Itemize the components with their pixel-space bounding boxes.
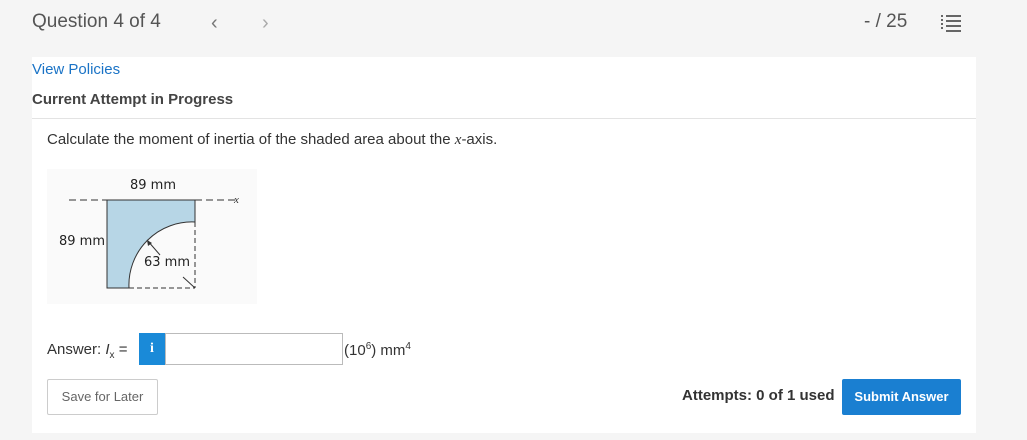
units-power: 4	[405, 341, 411, 352]
save-for-later-button[interactable]: Save for Later	[47, 379, 158, 415]
units-prefix: (10	[344, 342, 366, 359]
question-text-start: Calculate the moment of inertia of the s…	[47, 131, 455, 148]
radius-leader-line	[182, 276, 196, 289]
question-text-end: -axis.	[461, 131, 498, 148]
divider	[32, 118, 976, 119]
list-icon[interactable]	[941, 13, 963, 33]
top-bar: Question 4 of 4 ‹ › - / 25	[0, 0, 1027, 46]
left-dimension-label: 89 mm	[59, 234, 105, 249]
answer-prefix: Answer:	[47, 341, 106, 358]
answer-input[interactable]	[165, 333, 343, 365]
question-title: Question 4 of 4	[32, 11, 161, 32]
attempts-counter: Attempts: 0 of 1 used	[682, 387, 835, 404]
answer-label: Answer: Ix =	[47, 341, 127, 361]
shaded-area-figure: x 89 mm 89 mm 63 mm	[47, 169, 257, 304]
x-axis-label: x	[233, 194, 239, 206]
top-dimension-label: 89 mm	[130, 178, 176, 193]
radius-dimension-label: 63 mm	[144, 255, 190, 270]
score-display: - / 25	[864, 11, 908, 32]
units-mid: ) mm	[371, 342, 406, 359]
previous-question-button[interactable]: ‹	[211, 12, 218, 35]
units-label: (106) mm4	[344, 341, 411, 359]
view-policies-link[interactable]: View Policies	[32, 61, 120, 78]
info-button[interactable]: i	[139, 333, 165, 365]
attempt-heading: Current Attempt in Progress	[32, 91, 234, 108]
submit-answer-button[interactable]: Submit Answer	[842, 379, 961, 415]
question-text: Calculate the moment of inertia of the s…	[47, 131, 497, 149]
answer-equals: =	[114, 341, 128, 358]
question-panel: View Policies Current Attempt in Progres…	[32, 57, 976, 433]
next-question-button[interactable]: ›	[262, 12, 269, 35]
